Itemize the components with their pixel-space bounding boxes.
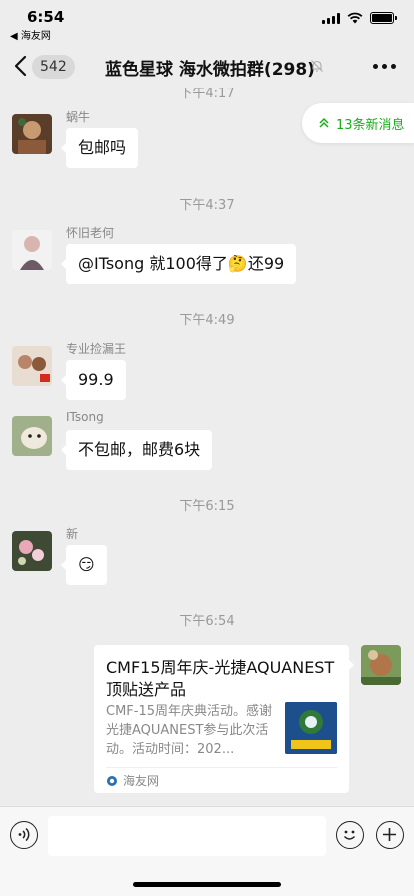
chat-title: 蓝色星球 海水微拍群(298): [105, 60, 315, 80]
message-bubble[interactable]: @ITsong 就100得了🤔还99: [60, 244, 297, 284]
link-card-title: CMF15周年庆-光捷AQUANEST顶贴送产品: [106, 658, 335, 699]
sender-name: 蜗牛: [66, 110, 91, 124]
timestamp: 下午4:49: [179, 313, 235, 328]
plus-icon: [383, 828, 396, 841]
more-options-icon[interactable]: [373, 64, 396, 69]
double-chevron-up-icon: [319, 117, 329, 128]
message-bubble[interactable]: 包邮吗: [60, 128, 139, 168]
avatar[interactable]: [12, 416, 52, 456]
link-card[interactable]: CMF15周年庆-光捷AQUANEST顶贴送产品 CMF-15周年庆典活动。感谢…: [94, 645, 354, 793]
new-messages-button[interactable]: 13条新消息: [302, 103, 414, 143]
more-functions-button[interactable]: [376, 821, 404, 849]
message-list[interactable]: 下午4:17 13条新消息 蜗牛 包邮吗 下午4:37 怀旧老何 @ITsong…: [0, 88, 414, 806]
site-logo-icon: [107, 775, 117, 786]
status-bar: 6:54 ◀ 海友网: [0, 0, 414, 44]
chat-header: 542 蓝色星球 海水微拍群(298): [0, 44, 414, 88]
sender-name: 怀旧老何: [66, 226, 115, 240]
message-bubble[interactable]: 99.9: [61, 360, 126, 400]
avatar[interactable]: [12, 230, 52, 270]
link-card-source-label: 海友网: [123, 774, 160, 788]
home-indicator: [133, 882, 281, 887]
timestamp: 下午6:54: [179, 614, 235, 629]
unread-count-badge[interactable]: 542: [32, 55, 75, 79]
back-icon[interactable]: [12, 54, 34, 78]
emoji-button[interactable]: [336, 821, 364, 849]
sender-name: 专业捡漏王: [66, 342, 127, 356]
sender-name: 新: [66, 527, 79, 541]
message-bubble[interactable]: 😏: [61, 545, 107, 585]
system-indicators: [322, 12, 397, 24]
my-avatar[interactable]: [361, 645, 401, 685]
avatar[interactable]: [12, 346, 52, 386]
message-bubble[interactable]: 不包邮，邮费6块: [60, 430, 213, 470]
message-input[interactable]: [48, 816, 326, 856]
voice-icon: [18, 827, 30, 842]
avatar[interactable]: [12, 531, 52, 571]
timestamp: 下午6:15: [179, 499, 235, 514]
status-time: 6:54: [27, 8, 65, 26]
new-messages-label: 13条新消息: [336, 117, 405, 133]
signal-icon: [322, 12, 340, 24]
link-card-thumbnail: [285, 702, 337, 754]
timestamp: 下午4:37: [179, 198, 235, 213]
avatar[interactable]: [12, 114, 52, 154]
wifi-icon: [347, 12, 363, 24]
voice-input-button[interactable]: [10, 821, 38, 849]
sender-name: ITsong: [66, 410, 104, 424]
smiley-icon: [343, 830, 356, 840]
link-card-description: CMF-15周年庆典活动。感谢光捷AQUANEST参与此次活动。活动时间：202…: [106, 704, 273, 757]
battery-icon: [370, 12, 397, 24]
back-to-app-link[interactable]: ◀ 海友网: [10, 27, 51, 42]
mute-bell-icon: [311, 60, 323, 72]
timestamp: 下午4:17: [179, 88, 235, 101]
link-card-source: 海友网: [106, 767, 337, 793]
